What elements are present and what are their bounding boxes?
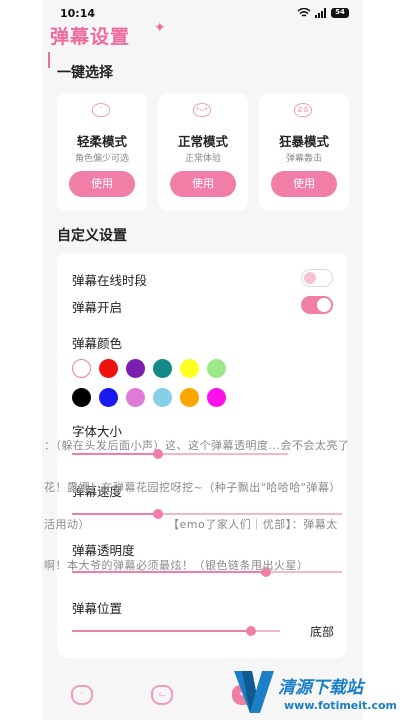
color-swatch[interactable]	[207, 359, 226, 378]
wifi-icon	[297, 8, 311, 17]
use-normal-button[interactable]: 使用	[170, 171, 236, 197]
mode-desc: 正常体验	[184, 154, 221, 164]
position-slider[interactable]	[72, 626, 280, 636]
color-swatch[interactable]	[72, 359, 91, 378]
mode-card-gentle: ᵕ 轻柔模式 角色偏少可选 使用	[57, 93, 147, 211]
signal-icon	[315, 8, 326, 18]
status-icons: 54	[297, 8, 349, 18]
position-value: 底部	[310, 625, 335, 639]
online-period-label: 弹幕在线时段	[72, 273, 148, 288]
nav-face-icon[interactable]: ᵕ	[71, 685, 94, 705]
slider-fill	[72, 513, 159, 515]
toggle-knob	[304, 272, 316, 284]
color-swatch[interactable]	[153, 359, 172, 378]
online-period-toggle[interactable]	[301, 269, 333, 287]
color-swatch[interactable]	[126, 388, 145, 407]
mode-card-crazy: ≧≦ 狂暴模式 弹幕轰击 使用	[259, 93, 349, 211]
mode-desc: 弹幕轰击	[285, 154, 322, 164]
color-swatch[interactable]	[72, 388, 91, 407]
position-label: 弹幕位置	[72, 601, 123, 616]
slider-thumb[interactable]	[245, 626, 256, 636]
page-title: 弹幕设置	[50, 26, 131, 48]
slider-thumb[interactable]	[153, 509, 164, 519]
mode-card-normal: •ᴗ• 正常模式 正常体验 使用	[158, 93, 248, 211]
danmaku-on-label: 弹幕开启	[72, 300, 123, 315]
use-crazy-button[interactable]: 使用	[271, 171, 337, 197]
watermark-url: www.fotimeit.com	[284, 699, 398, 712]
custom-settings-card: 弹幕在线时段 弹幕开启 弹幕颜色 字体大小 弹幕速度 弹幕透明度 弹幕位置 底部	[57, 253, 347, 658]
phone-screen: 10:14 54 弹幕设置 ✦ 一键选择 ᵕ 轻柔模式 角色偏少可选 使用 •ᴗ…	[42, 0, 363, 720]
font-size-slider[interactable]	[72, 449, 288, 459]
danmaku-line: 花！露娜！在弹幕花园挖呀挖~（种子飘出"哈哈哈"弹幕）	[44, 481, 341, 494]
color-swatch[interactable]	[180, 388, 199, 407]
nav-cat-icon[interactable]: ᓚ	[151, 685, 174, 705]
watermark-logo-icon	[234, 671, 274, 713]
mode-name: 狂暴模式	[278, 134, 329, 149]
danmaku-line: ：（躲在头发后面小声）这、这个弹幕透明度...会不会太亮了	[44, 439, 350, 452]
watermark-name: 清源下载站	[278, 678, 363, 698]
danmaku-line: 【emo了家人们｜优部】：弹幕太	[168, 518, 338, 531]
color-swatch[interactable]	[99, 388, 118, 407]
color-swatch[interactable]	[153, 388, 172, 407]
one-click-title: 一键选择	[57, 65, 113, 81]
battery-icon: 54	[331, 8, 349, 18]
slider-fill	[72, 453, 159, 455]
title-accent-bar	[48, 52, 50, 68]
custom-title: 自定义设置	[57, 228, 127, 244]
color-label: 弹幕颜色	[72, 336, 123, 351]
gentle-face-icon: ᵕ	[92, 103, 110, 117]
watermark: 清源下载站 www.fotimeit.com	[228, 665, 397, 720]
slider-fill	[72, 630, 251, 632]
mode-name: 轻柔模式	[76, 134, 127, 149]
color-swatch[interactable]	[99, 359, 118, 378]
speed-slider[interactable]	[72, 509, 342, 519]
color-swatch[interactable]	[207, 388, 226, 407]
danmaku-line: 活用动）	[44, 518, 90, 531]
use-gentle-button[interactable]: 使用	[69, 171, 135, 197]
toggle-knob	[317, 298, 331, 312]
color-swatch[interactable]	[126, 359, 145, 378]
danmaku-on-toggle[interactable]	[301, 296, 333, 314]
color-swatch[interactable]	[180, 359, 199, 378]
crazy-face-icon: ≧≦	[294, 103, 312, 117]
normal-face-icon: •ᴗ•	[193, 103, 211, 117]
danmaku-line: 啊！本大爷的弹幕必须最炫！（银色链条甩出火星）	[44, 559, 309, 572]
status-time: 10:14	[60, 6, 96, 20]
mode-desc: 角色偏少可选	[74, 154, 129, 164]
mode-name: 正常模式	[177, 134, 228, 149]
sparkle-icon: ✦	[154, 20, 166, 36]
